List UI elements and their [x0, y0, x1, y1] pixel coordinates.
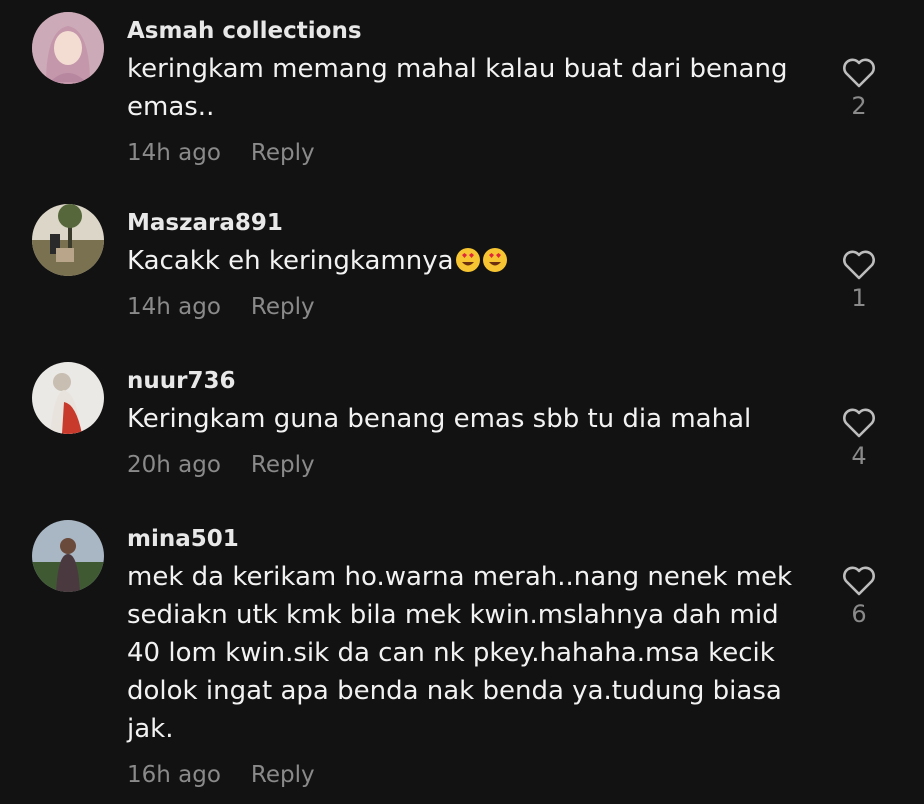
- comment-text-body: Kacakk eh keringkamnya: [127, 246, 454, 276]
- like-count: 4: [851, 442, 867, 470]
- comment-username[interactable]: Asmah collections: [127, 18, 362, 44]
- avatar-image: [32, 520, 104, 592]
- like-button[interactable]: 2: [838, 58, 880, 120]
- like-count: 2: [851, 92, 867, 120]
- comment-meta: 20h ago Reply: [127, 452, 315, 478]
- comment-meta: 14h ago Reply: [127, 294, 315, 320]
- avatar[interactable]: [32, 204, 104, 276]
- like-button[interactable]: 1: [838, 250, 880, 312]
- avatar[interactable]: [32, 12, 104, 84]
- comment-timestamp: 16h ago: [127, 762, 221, 788]
- comment-text: mek da kerikam ho.warna merah..nang nene…: [127, 562, 793, 744]
- heart-eyes-emoji-icon: [482, 246, 508, 284]
- like-count: 1: [851, 284, 867, 312]
- avatar[interactable]: [32, 362, 104, 434]
- avatar-image: [32, 204, 104, 276]
- like-button[interactable]: 6: [838, 566, 880, 628]
- avatar-image: [32, 12, 104, 84]
- heart-outline-icon: [843, 566, 875, 596]
- reply-button[interactable]: Reply: [251, 294, 315, 320]
- comment-meta: 14h ago Reply: [127, 140, 315, 166]
- comment-text: Kacakk eh keringkamnya: [127, 242, 817, 284]
- avatar-image: [32, 362, 104, 434]
- comment-timestamp: 14h ago: [127, 294, 221, 320]
- avatar[interactable]: [32, 520, 104, 592]
- heart-outline-icon: [843, 58, 875, 88]
- like-count: 6: [851, 600, 867, 628]
- comment-text: keringkam memang mahal kalau buat dari b…: [127, 54, 788, 122]
- like-button[interactable]: 4: [838, 408, 880, 470]
- reply-button[interactable]: Reply: [251, 762, 315, 788]
- comment-timestamp: 14h ago: [127, 140, 221, 166]
- comment-timestamp: 20h ago: [127, 452, 221, 478]
- comment-username[interactable]: nuur736: [127, 368, 235, 394]
- comment-username[interactable]: Maszara891: [127, 210, 283, 236]
- comment-meta: 16h ago Reply: [127, 762, 315, 788]
- reply-button[interactable]: Reply: [251, 452, 315, 478]
- comment-username[interactable]: mina501: [127, 526, 239, 552]
- heart-outline-icon: [843, 250, 875, 280]
- reply-button[interactable]: Reply: [251, 140, 315, 166]
- heart-outline-icon: [843, 408, 875, 438]
- comment-text: Keringkam guna benang emas sbb tu dia ma…: [127, 404, 752, 434]
- heart-eyes-emoji-icon: [455, 246, 481, 284]
